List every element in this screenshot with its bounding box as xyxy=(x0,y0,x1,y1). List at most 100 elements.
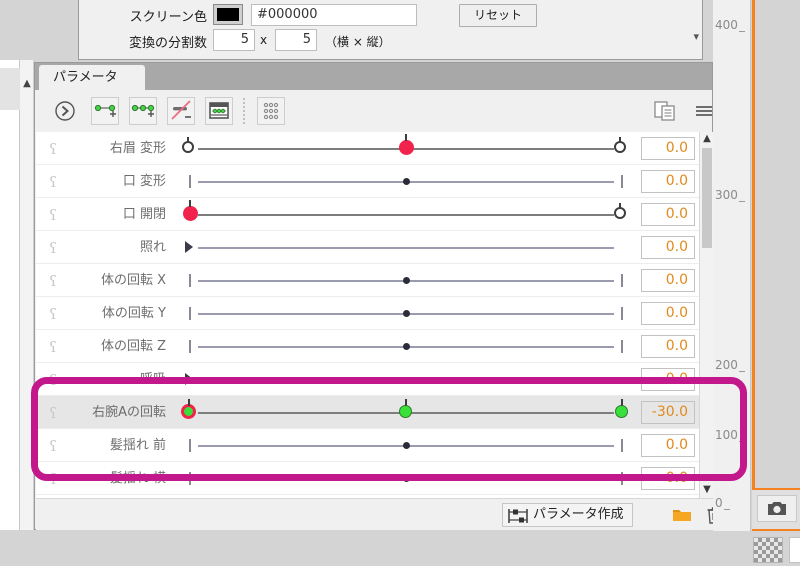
parameter-slider[interactable] xyxy=(176,462,636,495)
keyform-grid-icon[interactable] xyxy=(257,97,285,125)
ruler-tick-label: 200 xyxy=(715,358,738,372)
parameter-value-input[interactable]: 0.0 xyxy=(641,137,695,160)
parameter-row[interactable]: ʕ 口 開閉 0.0 xyxy=(36,198,699,231)
parameter-slider[interactable] xyxy=(176,264,636,297)
parameter-row[interactable]: ʕ 髪揺れ 前 0.0 xyxy=(36,429,699,462)
parameter-value-input[interactable]: 0.0 xyxy=(641,467,695,490)
keypoint-handle[interactable] xyxy=(399,399,412,418)
keypoint-handle-current[interactable] xyxy=(183,200,198,221)
parameter-slider[interactable] xyxy=(176,132,636,165)
parameter-value-input[interactable]: 0.0 xyxy=(641,269,695,292)
canvas-small-field[interactable] xyxy=(789,537,800,563)
parameter-toolbar xyxy=(35,90,712,132)
folder-icon[interactable] xyxy=(672,507,692,523)
parameter-row[interactable]: ʕ 呼吸 0.0 xyxy=(36,363,699,396)
slider-end-tick xyxy=(621,274,623,287)
slider-end-tick xyxy=(189,307,191,320)
parameter-label: 呼吸 xyxy=(139,372,166,387)
ruler-tick-dash xyxy=(738,441,745,442)
checker-swatch[interactable] xyxy=(753,537,783,563)
parameter-value-input[interactable]: 0.0 xyxy=(641,170,695,193)
parameter-value-input[interactable]: 0.0 xyxy=(641,236,695,259)
parameter-row[interactable]: ʕ 口 変形 0.0 xyxy=(36,165,699,198)
parameter-slider[interactable] xyxy=(176,165,636,198)
slider-end-tick xyxy=(621,472,623,485)
screen-color-swatch[interactable] xyxy=(213,4,243,25)
keyform-edit-icon[interactable] xyxy=(205,97,233,125)
parameter-slider[interactable] xyxy=(176,429,636,462)
slider-thumb[interactable] xyxy=(403,178,410,185)
keypoint-handle-current[interactable] xyxy=(181,399,196,419)
slider-thumb[interactable] xyxy=(403,277,410,284)
parameter-slider[interactable] xyxy=(176,231,636,264)
parameter-value-input[interactable]: -30.0 xyxy=(641,401,695,424)
keyframe-icon[interactable]: ʕ xyxy=(46,207,60,223)
divisions-y-input[interactable]: 5 xyxy=(275,29,317,51)
keypoint-handle[interactable] xyxy=(615,399,628,418)
parameter-row[interactable]: ʕ 体の回転 Z 0.0 xyxy=(36,330,699,363)
left-scrollbar[interactable] xyxy=(20,60,34,530)
slider-thumb[interactable] xyxy=(403,442,410,449)
keyframe-icon[interactable]: ʕ xyxy=(46,240,60,256)
parameter-list[interactable]: ʕ 右眉 変形 0.0 ʕ 口 変形 0.0 ʕ 口 開閉 0.0 ʕ 照れ 0.0 ʕ 体の回転 X 0.… xyxy=(36,132,699,498)
parameter-value-input[interactable]: 0.0 xyxy=(641,368,695,391)
scrollbar-up-arrow[interactable]: ▲ xyxy=(700,133,714,144)
divisions-x-input[interactable]: 5 xyxy=(213,29,255,51)
ruler-tick-dash xyxy=(738,201,745,202)
left-scrollbar-up-arrow[interactable]: ▲ xyxy=(21,78,33,89)
keypoint-handle[interactable] xyxy=(614,203,626,219)
parameter-row[interactable]: ʕ 体の回転 X 0.0 xyxy=(36,264,699,297)
parameter-row[interactable]: ʕ 髪揺れ 横 0.0 xyxy=(36,462,699,495)
keypoint-handle[interactable] xyxy=(614,137,626,153)
add-keyform-3point-icon[interactable] xyxy=(129,97,157,125)
tab-parameter[interactable]: パラメータ xyxy=(39,65,145,90)
parameter-slider[interactable] xyxy=(176,363,636,396)
add-keyform-2point-icon[interactable] xyxy=(91,97,119,125)
slider-thumb[interactable] xyxy=(403,475,410,482)
keyframe-icon[interactable]: ʕ xyxy=(46,372,60,388)
slider-thumb[interactable] xyxy=(185,241,193,253)
keypoint-handle[interactable] xyxy=(182,137,194,153)
keypoint-handle-current[interactable] xyxy=(399,134,414,155)
screen-color-reset-button[interactable]: リセット xyxy=(459,4,537,27)
screen-color-row: スクリーン色 #000000 リセット xyxy=(79,2,702,28)
camera-icon[interactable] xyxy=(757,495,797,522)
parameter-row[interactable]: ʕ 右腕Aの回転 -30.0 xyxy=(36,396,699,429)
ruler-tick: 400 xyxy=(715,18,745,32)
parameter-slider[interactable] xyxy=(176,198,636,231)
keyframe-icon[interactable]: ʕ xyxy=(46,174,60,190)
parameter-value-input[interactable]: 0.0 xyxy=(641,203,695,226)
keyframe-icon[interactable]: ʕ xyxy=(46,438,60,454)
parameter-value-input[interactable]: 0.0 xyxy=(641,434,695,457)
parameter-value-input[interactable]: 0.0 xyxy=(641,302,695,325)
parameter-slider[interactable] xyxy=(176,396,636,429)
parameter-row[interactable]: ʕ 照れ 0.0 xyxy=(36,231,699,264)
parameter-row[interactable]: ʕ 右眉 変形 0.0 xyxy=(36,132,699,165)
keyframe-icon[interactable]: ʕ xyxy=(46,273,60,289)
parameter-slider[interactable] xyxy=(176,297,636,330)
slider-thumb[interactable] xyxy=(403,310,410,317)
slider-end-tick xyxy=(189,340,191,353)
parameter-list-scrollbar[interactable]: ▲ ▼ xyxy=(699,132,713,498)
keyframe-icon[interactable]: ʕ xyxy=(46,339,60,355)
scrollbar-thumb[interactable] xyxy=(702,148,712,248)
keyframe-icon[interactable]: ʕ xyxy=(46,471,60,487)
parameter-row[interactable]: ʕ 体の回転 Y 0.0 xyxy=(36,297,699,330)
clipboard-icon[interactable] xyxy=(651,97,679,125)
ruler-tick-label: 0 xyxy=(715,496,723,510)
parameter-panel: パラメータ ʕ 右眉 変形 0.0 ʕ 口 変形 0.0 ʕ 口 開閉 0.0 … xyxy=(34,62,723,530)
expand-all-icon[interactable] xyxy=(51,97,79,125)
keyframe-icon[interactable]: ʕ xyxy=(46,405,60,421)
screen-color-swatch-fill xyxy=(217,8,239,21)
settings-scroll-down-caret[interactable]: ▾ xyxy=(693,30,699,43)
slider-thumb[interactable] xyxy=(403,343,410,350)
keyframe-icon[interactable]: ʕ xyxy=(46,141,60,157)
keyframe-icon[interactable]: ʕ xyxy=(46,306,60,322)
screen-color-hex-input[interactable]: #000000 xyxy=(251,4,417,26)
scrollbar-down-arrow[interactable]: ▼ xyxy=(700,484,714,495)
delete-keyform-icon[interactable] xyxy=(167,97,195,125)
parameter-value-input[interactable]: 0.0 xyxy=(641,335,695,358)
slider-thumb[interactable] xyxy=(185,373,193,385)
parameter-slider[interactable] xyxy=(176,330,636,363)
create-parameter-button[interactable]: パラメータ作成 xyxy=(502,503,633,527)
